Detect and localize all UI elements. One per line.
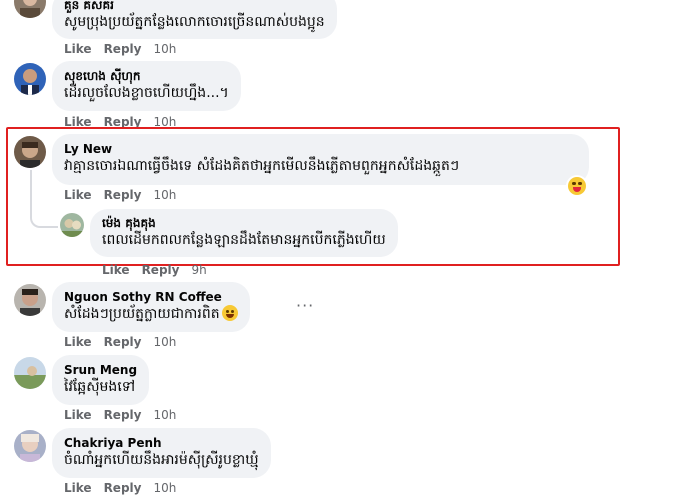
comment-author[interactable]: Srun Meng <box>64 362 137 378</box>
like-button[interactable]: Like <box>64 481 92 495</box>
like-button[interactable]: Like <box>64 188 92 202</box>
comment-actions: Like Reply 10h <box>64 407 176 423</box>
avatar[interactable] <box>14 0 46 18</box>
avatar[interactable] <box>14 63 46 95</box>
comment-bubble: សុខហេង ស៊ីហុក ដើរលួចលែងខ្លាចហើយហ្នឹង...។ <box>52 61 241 111</box>
laughing-emoji-icon <box>568 177 586 195</box>
comment-bubble: Ly New វាគ្មានចោរឯណាធ្វើចឹងទេ សំដែងគិតថា… <box>52 134 589 185</box>
avatar[interactable] <box>14 430 46 462</box>
comment-author[interactable]: Ly New <box>64 141 577 157</box>
reply-button[interactable]: Reply <box>104 481 142 495</box>
thread-connector-line <box>30 170 58 228</box>
timestamp[interactable]: 10h <box>153 481 176 495</box>
comment-text: ពេលដើមកពលកន្លែងឡានដឹងតែមានអ្នកបើកភ្លើងហើ… <box>102 232 386 248</box>
comment-bubble: គួន គសគរ សូមប្រុងប្រយ័ត្នកន្លែងលោកចោរច្រ… <box>52 0 337 39</box>
comment-text: សំដែងៗប្រយ័ត្នក្លាយជាការពិត <box>64 305 238 324</box>
comment-actions: Like Reply 9h <box>102 262 207 278</box>
like-button[interactable]: Like <box>64 408 92 422</box>
avatar[interactable] <box>14 136 46 168</box>
reply-button[interactable]: Reply <box>104 408 142 422</box>
reply-button[interactable]: Reply <box>104 188 142 202</box>
comment-text: វៃឆ្អែសុីមងទៅ <box>64 379 136 395</box>
timestamp[interactable]: 10h <box>153 188 176 202</box>
more-options-icon[interactable]: ··· <box>296 296 314 315</box>
timestamp[interactable]: 9h <box>191 263 206 277</box>
timestamp[interactable]: 10h <box>153 408 176 422</box>
comment-author[interactable]: Chakriya Penh <box>64 435 259 451</box>
comment-text: ដើរលួចលែងខ្លាចហើយហ្នឹង...។ <box>64 85 229 101</box>
like-button[interactable]: Like <box>64 42 92 56</box>
comment-bubble: Nguon Sothy RN Coffee សំដែងៗប្រយ័ត្នក្លា… <box>52 282 250 332</box>
comment-bubble: ម៉េង គុងគុង ពេលដើមកពលកន្លែងឡានដឹងតែមានអ្… <box>90 209 398 257</box>
comment-text: សូមប្រុងប្រយ័ត្នកន្លែងលោកចោរច្រើនណាស់បងប… <box>64 14 325 30</box>
reply-button[interactable]: Reply <box>104 42 142 56</box>
timestamp[interactable]: 10h <box>153 335 176 349</box>
comment-actions: Like Reply 10h <box>64 41 176 57</box>
comment-actions: Like Reply 10h <box>64 480 176 496</box>
comment-author[interactable]: ម៉េង គុងគុង <box>102 215 386 231</box>
comment-author[interactable]: គួន គសគរ <box>64 0 325 13</box>
avatar[interactable] <box>14 284 46 316</box>
reply-button[interactable]: Reply <box>142 263 180 277</box>
like-button[interactable]: Like <box>64 335 92 349</box>
timestamp[interactable]: 10h <box>153 42 176 56</box>
reply-button[interactable]: Reply <box>104 335 142 349</box>
grinning-squinting-emoji-icon <box>221 305 238 321</box>
like-button[interactable]: Like <box>102 263 130 277</box>
comment-actions: Like Reply 10h <box>64 334 176 350</box>
comment-author[interactable]: សុខហេង ស៊ីហុក <box>64 68 229 84</box>
avatar[interactable] <box>60 213 84 237</box>
comment-text-content: សំដែងៗប្រយ័ត្នក្លាយជាការពិត <box>64 306 220 322</box>
comment-text: ចំណាំអ្នកហើយនឹងអារម៉ស៊ីស្រីរូបខ្លាឃ្មុំ <box>64 452 259 468</box>
avatar[interactable] <box>14 357 46 389</box>
comment-bubble: Chakriya Penh ចំណាំអ្នកហើយនឹងអារម៉ស៊ីស្រ… <box>52 428 271 478</box>
comment-author[interactable]: Nguon Sothy RN Coffee <box>64 289 238 305</box>
comment-bubble: Srun Meng វៃឆ្អែសុីមងទៅ <box>52 355 150 405</box>
comment-text: វាគ្មានចោរឯណាធ្វើចឹងទេ សំដែងគិតថាអ្នកមើល… <box>64 158 460 174</box>
comment-actions: Like Reply 10h <box>64 187 176 203</box>
